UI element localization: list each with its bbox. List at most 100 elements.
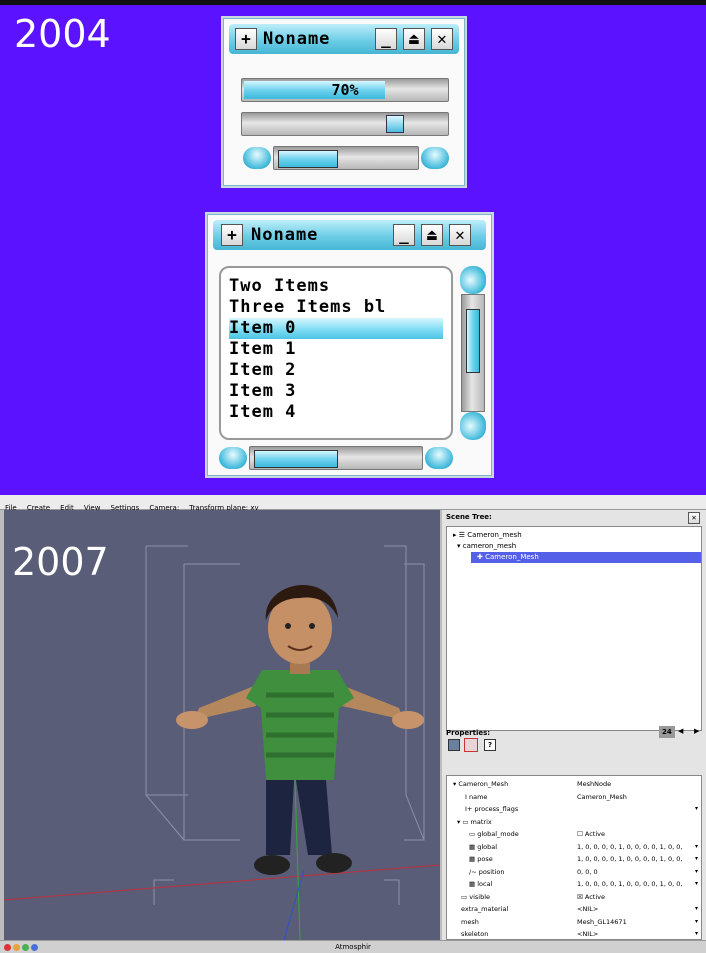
- table-row[interactable]: ▦ global 1, 0, 0, 0, 0, 1, 0, 0, 0, 0, 1,…: [447, 841, 701, 854]
- dropdown-icon[interactable]: ▾: [695, 853, 698, 866]
- vertical-scrollbar[interactable]: [459, 266, 487, 440]
- close-icon[interactable]: ✕: [688, 512, 700, 524]
- list-item[interactable]: Item 2: [229, 360, 443, 381]
- tree-node-selected[interactable]: ✚ Cameron_Mesh: [471, 552, 701, 563]
- list-item[interactable]: Item 1: [229, 339, 443, 360]
- properties-table[interactable]: ▾ Cameron_Mesh MeshNode I name Cameron_Mes…: [446, 775, 702, 940]
- tree-node[interactable]: ▸ ☰ Cameron_mesh: [453, 530, 522, 541]
- item-list[interactable]: Two Items Three Items bl Item 0 Item 1 I…: [219, 266, 453, 440]
- table-row[interactable]: I+ process_flags ▾: [447, 803, 701, 816]
- scene-tree-label: Scene Tree:: [446, 513, 492, 521]
- prop-value: MeshNode: [577, 780, 612, 788]
- add-button[interactable]: +: [235, 28, 257, 50]
- scroll-track[interactable]: [273, 146, 419, 170]
- slider-track[interactable]: [241, 112, 449, 136]
- table-row[interactable]: ▦ pose 1, 0, 0, 0, 0, 1, 0, 0, 0, 0, 1, 0…: [447, 853, 701, 866]
- prop-value: 1, 0, 0, 0, 0, 1, 0, 0, 0, 0, 1, 0, 0,: [577, 855, 683, 863]
- prop-value: 1, 0, 0, 0, 0, 1, 0, 0, 0, 0, 1, 0, 0,: [577, 880, 683, 888]
- scroll-track[interactable]: [461, 294, 485, 412]
- scroll-thumb[interactable]: [466, 309, 480, 373]
- scroll-down-icon[interactable]: [460, 412, 486, 440]
- prop-key: local: [477, 880, 493, 888]
- tree-node[interactable]: ▾ cameron_mesh: [457, 541, 516, 552]
- list-item[interactable]: Two Items: [229, 276, 443, 297]
- scroll-left-icon[interactable]: [243, 147, 271, 169]
- prop-key: extra_material: [461, 905, 509, 913]
- help-icon[interactable]: ?: [484, 739, 496, 751]
- scroll-thumb[interactable]: [254, 450, 338, 468]
- prop-key: position: [478, 867, 505, 876]
- table-row[interactable]: extra_material <NIL> ▾: [447, 903, 701, 916]
- list-window: + Noname _ ⏏ ✕ Two Items Three Items bl …: [205, 212, 494, 478]
- titlebar[interactable]: + Noname _ ⏏ ✕: [229, 24, 459, 54]
- dropdown-icon[interactable]: ▾: [695, 928, 698, 941]
- dropdown-icon[interactable]: ▾: [695, 803, 698, 816]
- window-title: Noname: [263, 29, 331, 49]
- prop-key: process_flags: [474, 805, 519, 813]
- scroll-track[interactable]: [249, 446, 423, 470]
- horizontal-scrollbar[interactable]: [219, 446, 453, 470]
- horizontal-scrollbar[interactable]: [243, 146, 449, 170]
- progress-bar: 70%: [241, 78, 449, 102]
- close-button[interactable]: ✕: [431, 28, 453, 50]
- right-panel: Scene Tree: ✕ ▸ ☰ Cameron_mesh ▾ cameron…: [442, 510, 706, 940]
- top-strip: [0, 0, 706, 5]
- scene-tree[interactable]: ▸ ☰ Cameron_mesh ▾ cameron_mesh ✚ Camero…: [446, 526, 702, 731]
- properties-label: Properties:: [446, 729, 491, 737]
- scroll-left-icon[interactable]: [219, 447, 247, 469]
- prop-value: 1, 0, 0, 0, 0, 1, 0, 0, 0, 0, 1, 0, 0,: [577, 842, 683, 851]
- dropdown-icon[interactable]: ▾: [695, 878, 698, 891]
- list-item[interactable]: Three Items bl: [229, 297, 443, 318]
- scroll-up-icon[interactable]: [460, 266, 486, 294]
- prop-key: name: [468, 792, 488, 801]
- screenshot-2004: 2004 + Noname _ ⏏ ✕ 70% + Noname _ ⏏ ✕ T…: [0, 0, 706, 495]
- table-row[interactable]: ▭ global_mode ☐ Active: [447, 828, 701, 841]
- prop-key: visible: [469, 892, 490, 901]
- next-arrow-icon[interactable]: ▶: [694, 726, 699, 736]
- progress-label: 70%: [331, 81, 359, 99]
- list-item-selected[interactable]: Item 0: [229, 318, 443, 339]
- slider-handle[interactable]: [385, 115, 404, 133]
- minimize-button[interactable]: _: [393, 224, 415, 246]
- dropdown-icon[interactable]: ▾: [695, 916, 698, 929]
- table-row[interactable]: skeleton <NIL> ▾: [447, 928, 701, 941]
- table-row[interactable]: ▦ local 1, 0, 0, 0, 0, 1, 0, 0, 0, 0, 1, …: [447, 878, 701, 891]
- gear-icon[interactable]: [464, 738, 478, 752]
- window-title: Noname: [251, 225, 319, 245]
- scroll-right-icon[interactable]: [421, 147, 449, 169]
- dropdown-icon[interactable]: ▾: [695, 903, 698, 916]
- list-item[interactable]: Item 3: [229, 381, 443, 402]
- shade-button[interactable]: ⏏: [421, 224, 443, 246]
- prop-key: skeleton: [461, 930, 489, 938]
- minimize-button[interactable]: _: [375, 28, 397, 50]
- list-item[interactable]: Item 4: [229, 402, 443, 423]
- prop-value: ☐ Active: [577, 830, 605, 838]
- 3d-viewport[interactable]: 2007: [4, 510, 440, 940]
- save-icon[interactable]: [448, 739, 460, 751]
- scroll-thumb[interactable]: [278, 150, 338, 168]
- table-row[interactable]: ▾ ▭ matrix: [447, 816, 701, 829]
- shade-button[interactable]: ⏏: [403, 28, 425, 50]
- titlebar[interactable]: + Noname _ ⏏ ✕: [213, 220, 486, 250]
- prop-value: Cameron_Mesh: [577, 792, 627, 801]
- prop-key: matrix: [470, 817, 492, 826]
- table-row[interactable]: I name Cameron_Mesh: [447, 791, 701, 804]
- prop-key: mesh: [461, 917, 479, 926]
- screenshot-2007: File Create Edit View Settings Camera: T…: [0, 495, 706, 953]
- tree-node-label: Cameron_mesh: [467, 531, 522, 539]
- year-2007-label: 2007: [12, 540, 109, 584]
- prev-arrow-icon[interactable]: ◀: [678, 726, 683, 736]
- table-row[interactable]: ▾ Cameron_Mesh MeshNode: [447, 778, 701, 791]
- prop-value: ☒ Active: [577, 892, 605, 901]
- dropdown-icon[interactable]: ▾: [695, 866, 698, 879]
- add-button[interactable]: +: [221, 224, 243, 246]
- close-button[interactable]: ✕: [449, 224, 471, 246]
- scroll-right-icon[interactable]: [425, 447, 453, 469]
- year-2004-label: 2004: [14, 12, 111, 56]
- prop-key: pose: [477, 855, 493, 863]
- tree-node-label: cameron_mesh: [462, 542, 517, 550]
- table-row[interactable]: mesh Mesh_GL14671 ▾: [447, 916, 701, 929]
- dropdown-icon[interactable]: ▾: [695, 841, 698, 854]
- table-row[interactable]: /~ position 0, 0, 0 ▾: [447, 866, 701, 879]
- table-row[interactable]: ▭ visible ☒ Active: [447, 891, 701, 904]
